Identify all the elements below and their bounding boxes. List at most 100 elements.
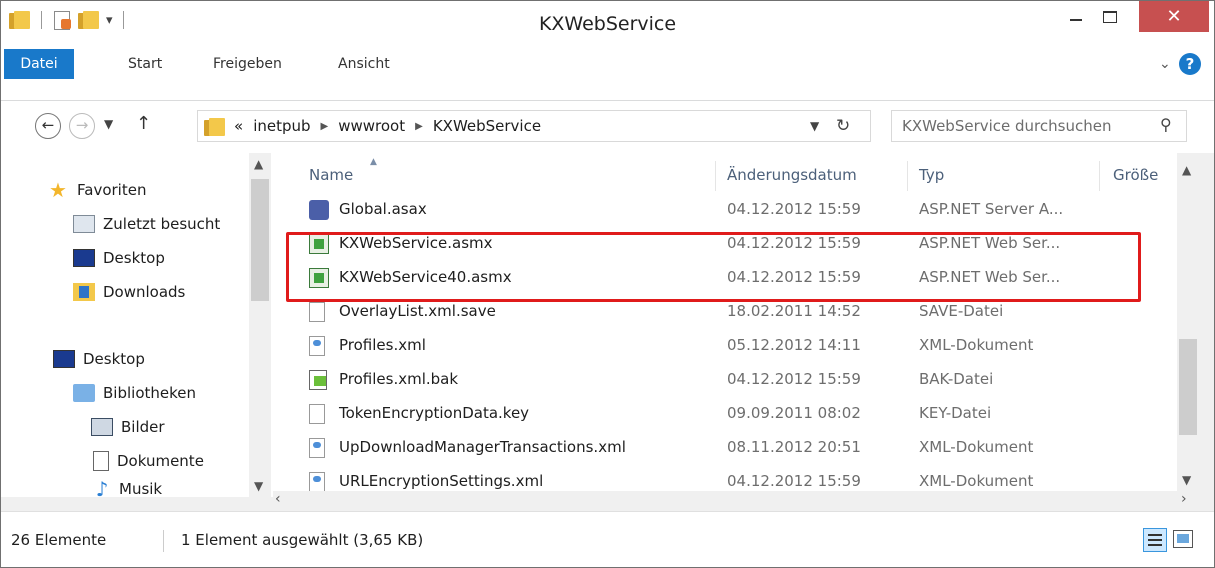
table-row[interactable]: URLEncryptionSettings.xml 04.12.2012 15:… (273, 465, 1177, 491)
sidebar-item-label: Musik (119, 480, 163, 498)
breadcrumb: « inetpub ▶ wwwroot ▶ KXWebService (234, 117, 541, 135)
desktop-icon (53, 350, 75, 368)
tab-file[interactable]: Datei (4, 49, 74, 79)
up-button[interactable]: ↑ (136, 113, 151, 134)
breadcrumb-overflow[interactable]: « (234, 117, 243, 135)
minimize-icon (1070, 18, 1082, 21)
table-row[interactable]: UpDownloadManagerTransactions.xml 08.11.… (273, 431, 1177, 465)
scroll-right-icon[interactable]: › (1181, 491, 1187, 507)
scroll-up-icon[interactable]: ▲ (254, 157, 263, 171)
table-row[interactable]: Profiles.xml 05.12.2012 14:11 XML-Dokume… (273, 329, 1177, 363)
column-divider[interactable] (715, 161, 716, 191)
xml-file-icon (309, 336, 325, 356)
recent-locations-icon[interactable]: ▼ (104, 117, 113, 131)
selection-info: 1 Element ausgewählt (3,65 KB) (181, 531, 424, 549)
file-name: UpDownloadManagerTransactions.xml (339, 438, 626, 456)
file-date: 04.12.2012 15:59 (727, 370, 861, 388)
aspnet-server-app-icon (309, 200, 329, 220)
scrollbar-thumb[interactable] (1179, 339, 1197, 435)
horizontal-scrollbar[interactable]: ‹ › (273, 491, 1199, 509)
breadcrumb-kxwebservice[interactable]: KXWebService (433, 117, 541, 135)
file-type: XML-Dokument (919, 336, 1034, 354)
sidebar-item-downloads[interactable]: Downloads (73, 279, 185, 305)
close-button[interactable]: ✕ (1139, 1, 1209, 32)
column-divider[interactable] (1099, 161, 1100, 191)
music-icon: ♪ (95, 477, 109, 501)
column-header-name[interactable]: Name (309, 166, 353, 184)
sidebar-item-label: Dokumente (117, 452, 204, 470)
status-bar: 26 Elemente 1 Element ausgewählt (3,65 K… (1, 511, 1214, 567)
minimize-button[interactable] (1061, 1, 1091, 32)
file-date: 08.11.2012 20:51 (727, 438, 861, 456)
scrollbar-thumb[interactable] (251, 179, 269, 301)
ribbon: Datei Start Freigeben Ansicht ⌄ ? (1, 47, 1214, 101)
bak-file-icon (309, 370, 327, 390)
chevron-right-icon[interactable]: ▶ (415, 121, 423, 132)
column-divider[interactable] (907, 161, 908, 191)
address-bar[interactable]: « inetpub ▶ wwwroot ▶ KXWebService ▼ ↻ (197, 110, 871, 142)
sidebar-item-music[interactable]: ♪ Musik (93, 477, 163, 501)
sidebar-item-favorites[interactable]: ★ Favoriten (47, 177, 146, 203)
downloads-folder-icon (73, 283, 95, 301)
sidebar-item-documents[interactable]: Dokumente (93, 448, 204, 474)
sidebar-item-libraries[interactable]: Bibliotheken (73, 380, 196, 406)
sidebar-item-pictures[interactable]: Bilder (91, 414, 165, 440)
recent-places-icon (73, 215, 95, 233)
libraries-icon (73, 384, 95, 402)
back-button[interactable]: ← (35, 113, 61, 139)
help-button[interactable]: ? (1179, 53, 1201, 75)
search-icon[interactable]: ⚲ (1160, 115, 1172, 134)
sidebar-item-label: Favoriten (77, 181, 147, 199)
file-name: Global.asax (339, 200, 427, 218)
sidebar-item-desktop-root[interactable]: Desktop (53, 346, 145, 372)
navigation-bar: ← → ▼ ↑ « inetpub ▶ wwwroot ▶ KXWebServi… (1, 101, 1214, 153)
file-name: Profiles.xml.bak (339, 370, 459, 388)
file-date: 05.12.2012 14:11 (727, 336, 861, 354)
address-dropdown-icon[interactable]: ▼ (810, 119, 819, 133)
file-list: ▲ Name Änderungsdatum Typ Größe Global.a… (273, 153, 1177, 491)
forward-button[interactable]: → (69, 113, 95, 139)
details-view-icon[interactable] (1143, 528, 1167, 552)
large-icons-view-icon[interactable] (1173, 530, 1193, 548)
tab-view[interactable]: Ansicht (326, 49, 402, 79)
navigation-pane: ★ Favoriten Zuletzt besucht Desktop Down… (1, 153, 273, 501)
breadcrumb-wwwroot[interactable]: wwwroot (338, 117, 405, 135)
file-date: 04.12.2012 15:59 (727, 472, 861, 490)
explorer-window: ▾ KXWebService ✕ Datei Start Freigeben A… (0, 0, 1215, 568)
item-count: 26 Elemente (11, 531, 107, 549)
table-row[interactable]: TokenEncryptionData.key 09.09.2011 08:02… (273, 397, 1177, 431)
sidebar-item-label: Desktop (83, 350, 145, 368)
scroll-left-icon[interactable]: ‹ (275, 491, 281, 507)
chevron-right-icon[interactable]: ▶ (321, 121, 329, 132)
sidebar-item-recent-places[interactable]: Zuletzt besucht (73, 211, 220, 237)
xml-file-icon (309, 472, 325, 491)
search-placeholder: KXWebService durchsuchen (902, 117, 1112, 135)
navigation-pane-scrollbar[interactable]: ▲ ▼ (249, 153, 271, 497)
maximize-icon (1103, 10, 1117, 23)
breadcrumb-inetpub[interactable]: inetpub (253, 117, 310, 135)
tab-share[interactable]: Freigeben (201, 49, 294, 79)
column-header-size[interactable]: Größe (1113, 166, 1158, 184)
file-type: XML-Dokument (919, 472, 1034, 490)
file-name: TokenEncryptionData.key (339, 404, 530, 422)
table-row[interactable]: Profiles.xml.bak 04.12.2012 15:59 BAK-Da… (273, 363, 1177, 397)
column-header-type[interactable]: Typ (919, 166, 944, 184)
sidebar-item-label: Desktop (103, 249, 165, 267)
refresh-icon[interactable]: ↻ (836, 116, 850, 136)
file-type: ASP.NET Server A... (919, 200, 1064, 218)
column-header-date[interactable]: Änderungsdatum (727, 166, 857, 184)
expand-ribbon-icon[interactable]: ⌄ (1159, 56, 1171, 72)
file-date: 04.12.2012 15:59 (727, 200, 861, 218)
scroll-up-icon[interactable]: ▲ (1182, 163, 1191, 177)
table-row[interactable]: Global.asax 04.12.2012 15:59 ASP.NET Ser… (273, 193, 1177, 227)
maximize-button[interactable] (1093, 1, 1127, 32)
file-name: URLEncryptionSettings.xml (339, 472, 544, 490)
file-name: Profiles.xml (339, 336, 426, 354)
file-date: 09.09.2011 08:02 (727, 404, 861, 422)
scroll-down-icon[interactable]: ▼ (254, 479, 263, 493)
scroll-down-icon[interactable]: ▼ (1182, 473, 1191, 487)
search-input[interactable]: KXWebService durchsuchen ⚲ (891, 110, 1187, 142)
sidebar-item-desktop[interactable]: Desktop (73, 245, 165, 271)
file-list-scrollbar[interactable]: ▲ ▼ (1177, 153, 1199, 491)
tab-start[interactable]: Start (116, 49, 174, 79)
